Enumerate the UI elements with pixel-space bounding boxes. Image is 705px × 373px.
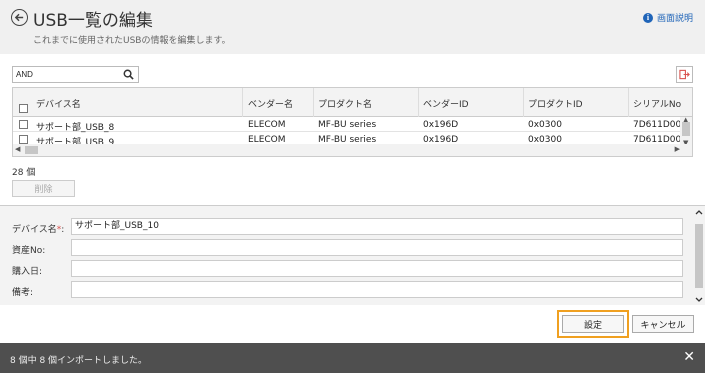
column-header-product[interactable]: プロダクト名 [318, 97, 372, 110]
asset-no-label: 資産No: [12, 246, 46, 256]
table-horizontal-scrollbar[interactable]: ◀ ▶ [13, 144, 692, 156]
device-name-field[interactable]: サポート部_USB_10 [71, 218, 683, 235]
column-header-device[interactable]: デバイス名 [36, 97, 81, 110]
asset-no-field[interactable] [71, 239, 683, 256]
scroll-right-icon[interactable]: ▶ [675, 145, 680, 153]
purchase-date-field[interactable] [71, 260, 683, 277]
column-separator [313, 88, 314, 117]
export-icon [679, 69, 690, 80]
cell-vendor: ELECOM [248, 120, 286, 130]
column-separator [523, 88, 524, 117]
search-input[interactable] [13, 67, 118, 82]
column-header-product-id[interactable]: プロダクトID [528, 97, 583, 110]
info-icon: i [642, 12, 653, 23]
arrow-left-icon [14, 13, 24, 22]
chevron-down-icon[interactable] [695, 297, 703, 303]
device-name-label: デバイス名*: [12, 222, 64, 235]
chevron-up-icon[interactable] [695, 209, 703, 215]
cell-serial: 7D611D000 [633, 120, 687, 130]
note-field[interactable] [71, 281, 683, 298]
cell-product-id: 0x0300 [528, 120, 562, 130]
notification-toast: 8 個中 8 個インポートしました。 ✕ [0, 343, 705, 373]
row-checkbox[interactable] [19, 135, 28, 144]
search-icon[interactable] [123, 69, 134, 80]
device-name-label-text: デバイス名 [12, 225, 57, 235]
device-name-label-colon: : [61, 225, 65, 235]
scroll-thumb[interactable] [695, 224, 703, 288]
delete-button[interactable]: 削除 [12, 180, 75, 197]
column-header-vendor-id[interactable]: ベンダーID [423, 97, 469, 110]
edit-form: デバイス名*: サポート部_USB_10 資産No: 購入日: 備考: [0, 205, 705, 305]
close-icon[interactable]: ✕ [683, 350, 695, 364]
column-separator [628, 88, 629, 117]
page-title: USB一覧の編集 [33, 11, 153, 31]
table-vertical-scrollbar[interactable]: ▲ ▼ [680, 116, 692, 147]
note-label: 備考: [12, 288, 34, 298]
set-button[interactable]: 設定 [562, 315, 624, 333]
cell-product: MF-BU series [318, 120, 377, 130]
row-checkbox[interactable] [19, 120, 28, 129]
cell-device: サポート部_USB_8 [36, 123, 115, 133]
table-row[interactable]: サポート部_USB_8 ELECOM MF-BU series 0x196D 0… [13, 118, 692, 133]
back-button[interactable] [11, 9, 28, 26]
page-subtitle: これまでに使用されたUSBの情報を編集します。 [33, 36, 231, 46]
table-header: デバイス名 ベンダー名 プロダクト名 ベンダーID プロダクトID シリアルNo [13, 88, 692, 117]
item-count: 28 個 [12, 168, 36, 178]
help-link[interactable]: i 画面説明 [642, 11, 693, 24]
column-separator [418, 88, 419, 117]
page-header: USB一覧の編集 これまでに使用されたUSBの情報を編集します。 i 画面説明 [0, 0, 705, 54]
column-header-vendor[interactable]: ベンダー名 [248, 97, 293, 110]
scroll-left-icon[interactable]: ◀ [15, 145, 20, 153]
help-link-label: 画面説明 [656, 14, 693, 24]
export-button[interactable] [676, 66, 693, 83]
form-scrollbar[interactable] [693, 206, 705, 306]
column-header-serial[interactable]: シリアルNo [633, 97, 681, 110]
scroll-thumb[interactable] [25, 146, 38, 154]
search-box [12, 66, 139, 83]
usb-table: デバイス名 ベンダー名 プロダクト名 ベンダーID プロダクトID シリアルNo… [12, 87, 693, 157]
toast-message: 8 個中 8 個インポートしました。 [10, 356, 148, 366]
select-all-checkbox[interactable] [19, 104, 28, 113]
cancel-button[interactable]: キャンセル [632, 315, 694, 333]
cell-vendor-id: 0x196D [423, 120, 459, 130]
column-separator [242, 88, 243, 117]
purchase-date-label: 購入日: [12, 267, 43, 277]
scroll-thumb[interactable] [682, 122, 690, 136]
